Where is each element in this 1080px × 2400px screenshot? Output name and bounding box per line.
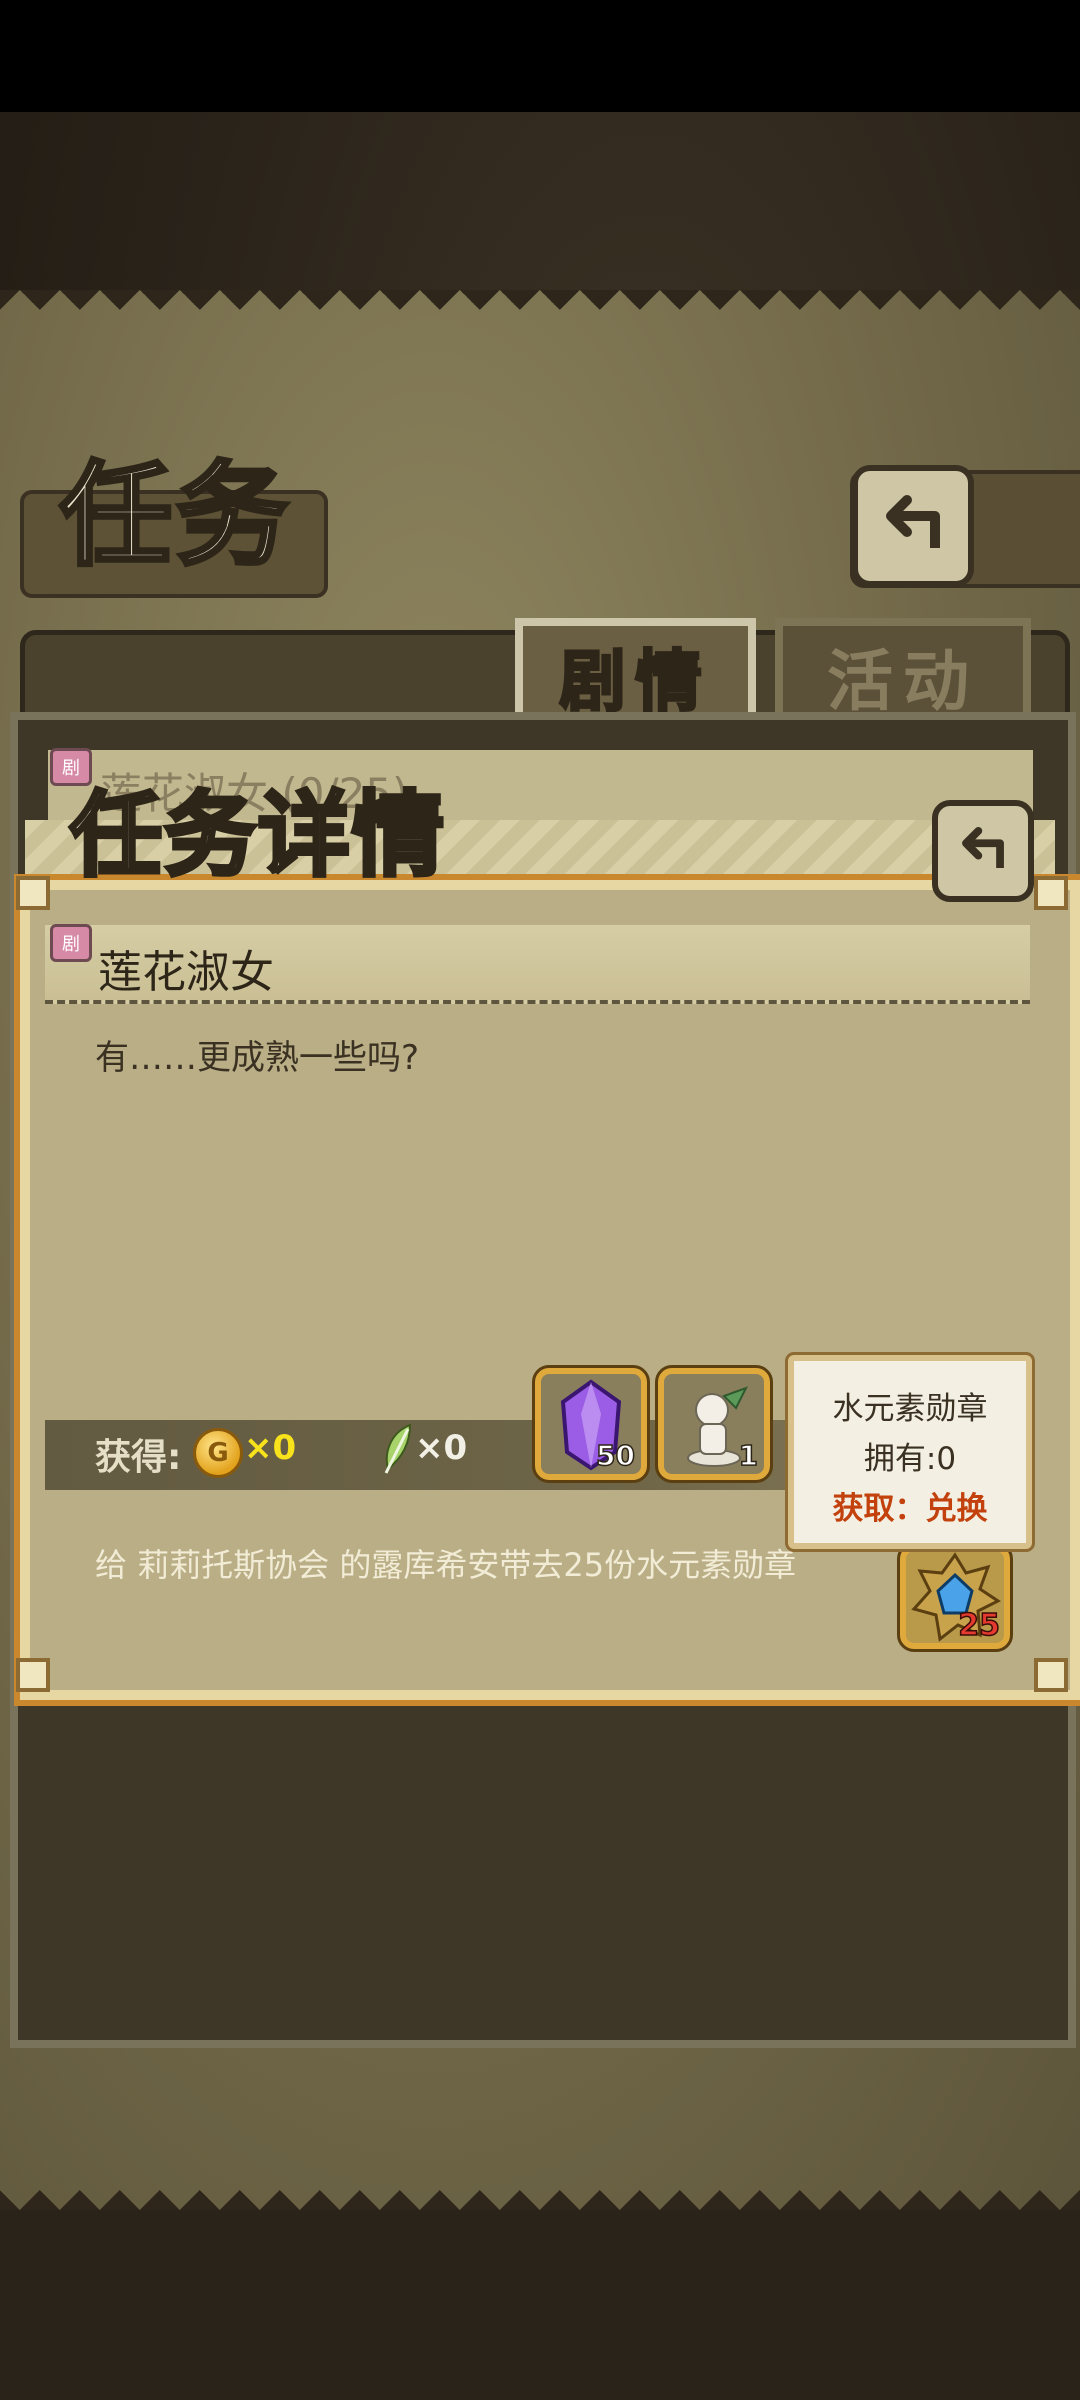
dialog-title: 任务详情	[68, 782, 447, 889]
zigzag-border-top	[0, 290, 1080, 330]
required-item-medal[interactable]: 25	[897, 1542, 1013, 1652]
dialog-corner	[16, 1658, 50, 1692]
return-arrow-icon	[886, 495, 940, 548]
rewards-label: 获得:	[95, 1437, 182, 1478]
top-bar-background	[0, 0, 1080, 112]
zigzag-border-bottom	[0, 2170, 1080, 2210]
page-title: 任务	[58, 451, 292, 581]
dialog-corner	[1034, 876, 1068, 910]
task-name: 莲花淑女	[98, 947, 274, 998]
item-tooltip: 水元素勋章 拥有:0 获取：兑换	[785, 1352, 1035, 1552]
bottom-background	[0, 2210, 1080, 2400]
tooltip-source-link[interactable]: 获取：兑换	[794, 1483, 1026, 1528]
story-badge-icon: 剧	[50, 924, 92, 962]
task-objective: 给 莉莉托斯协会 的露库希安带去25份水元素勋章	[95, 1546, 797, 1584]
reward-item-count: 50	[595, 1438, 635, 1473]
required-item-count: 25	[958, 1607, 1001, 1644]
dialog-corner	[16, 876, 50, 910]
gold-coin-icon: G	[193, 1428, 243, 1478]
task-description: 有……更成熟一些吗?	[95, 1038, 420, 1078]
reward-item-crystal[interactable]: 50	[532, 1365, 650, 1483]
feather-reward-count: ×0	[415, 1428, 468, 1468]
feather-icon	[384, 1423, 412, 1474]
reward-item-figurine[interactable]: 1	[655, 1365, 773, 1483]
dialog-corner	[1034, 1658, 1068, 1692]
gold-reward-count: ×0	[244, 1428, 297, 1468]
tab-story[interactable]: 剧情	[515, 618, 756, 726]
story-badge-icon: 剧	[50, 748, 92, 786]
return-arrow-icon	[962, 826, 1004, 869]
tooltip-owned-count: 拥有:0	[863, 1441, 957, 1477]
back-button[interactable]	[852, 465, 974, 587]
dialog-close-button[interactable]	[932, 800, 1034, 902]
tooltip-item-name: 水元素勋章	[832, 1391, 988, 1427]
reward-item-count: 1	[738, 1438, 759, 1473]
tab-event[interactable]: 活动	[775, 618, 1031, 726]
